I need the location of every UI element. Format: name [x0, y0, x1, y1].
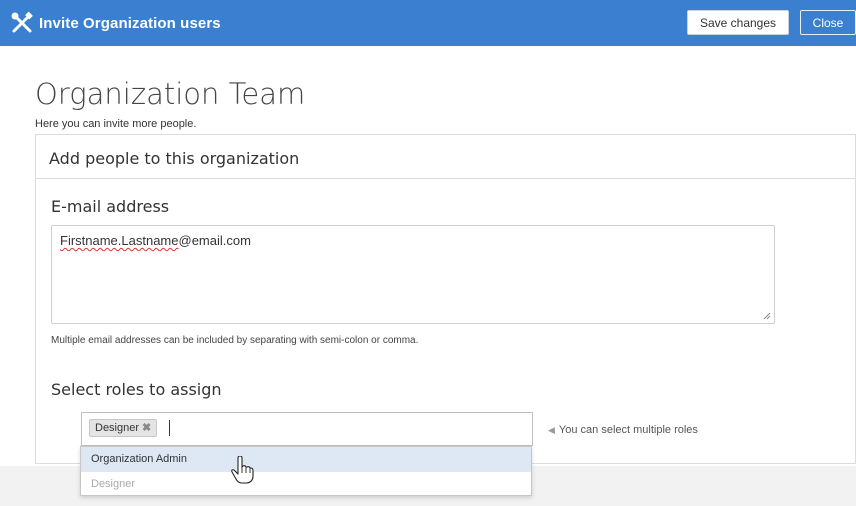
- email-value-domain: @email.com: [178, 233, 251, 248]
- roles-hint: ◀ You can select multiple roles: [548, 424, 698, 436]
- email-value-name: Firstname.Lastname: [60, 233, 179, 248]
- top-bar: Invite Organization users Save changes C…: [0, 0, 856, 46]
- roles-select-input[interactable]: Designer ✖: [81, 412, 533, 446]
- text-caret: [169, 420, 170, 436]
- card-title: Add people to this organization: [49, 149, 300, 168]
- hand-pointer-icon: [231, 456, 254, 484]
- roles-hint-text: You can select multiple roles: [558, 424, 698, 436]
- page-title: Organization Team: [35, 77, 306, 111]
- save-changes-button[interactable]: Save changes: [687, 10, 789, 35]
- page-subtitle: Here you can invite more people.: [35, 118, 197, 130]
- remove-tag-icon[interactable]: ✖: [142, 422, 151, 434]
- card-header: Add people to this organization: [36, 135, 855, 179]
- role-option-designer: Designer: [91, 478, 136, 490]
- caret-left-icon: ◀: [548, 425, 555, 435]
- tools-icon: [11, 11, 33, 33]
- page-content: Organization Team Here you can invite mo…: [0, 46, 856, 466]
- role-option-organization-admin[interactable]: Organization Admin: [81, 447, 531, 472]
- role-tag-designer: Designer ✖: [89, 419, 158, 437]
- role-tag-label: Designer: [95, 422, 140, 434]
- roles-dropdown: Organization Admin Designer: [80, 446, 532, 496]
- roles-label: Select roles to assign: [51, 380, 222, 399]
- resize-grip-icon[interactable]: [763, 312, 771, 320]
- dialog-title: Invite Organization users: [39, 15, 221, 32]
- close-button[interactable]: Close: [800, 10, 856, 35]
- email-label: E-mail address: [51, 197, 170, 216]
- email-value: Firstname.Lastname@email.com: [60, 233, 251, 248]
- email-textarea[interactable]: Firstname.Lastname@email.com: [51, 225, 775, 324]
- email-hint: Multiple email addresses can be included…: [51, 335, 419, 346]
- invite-card: Add people to this organization E-mail a…: [35, 134, 856, 464]
